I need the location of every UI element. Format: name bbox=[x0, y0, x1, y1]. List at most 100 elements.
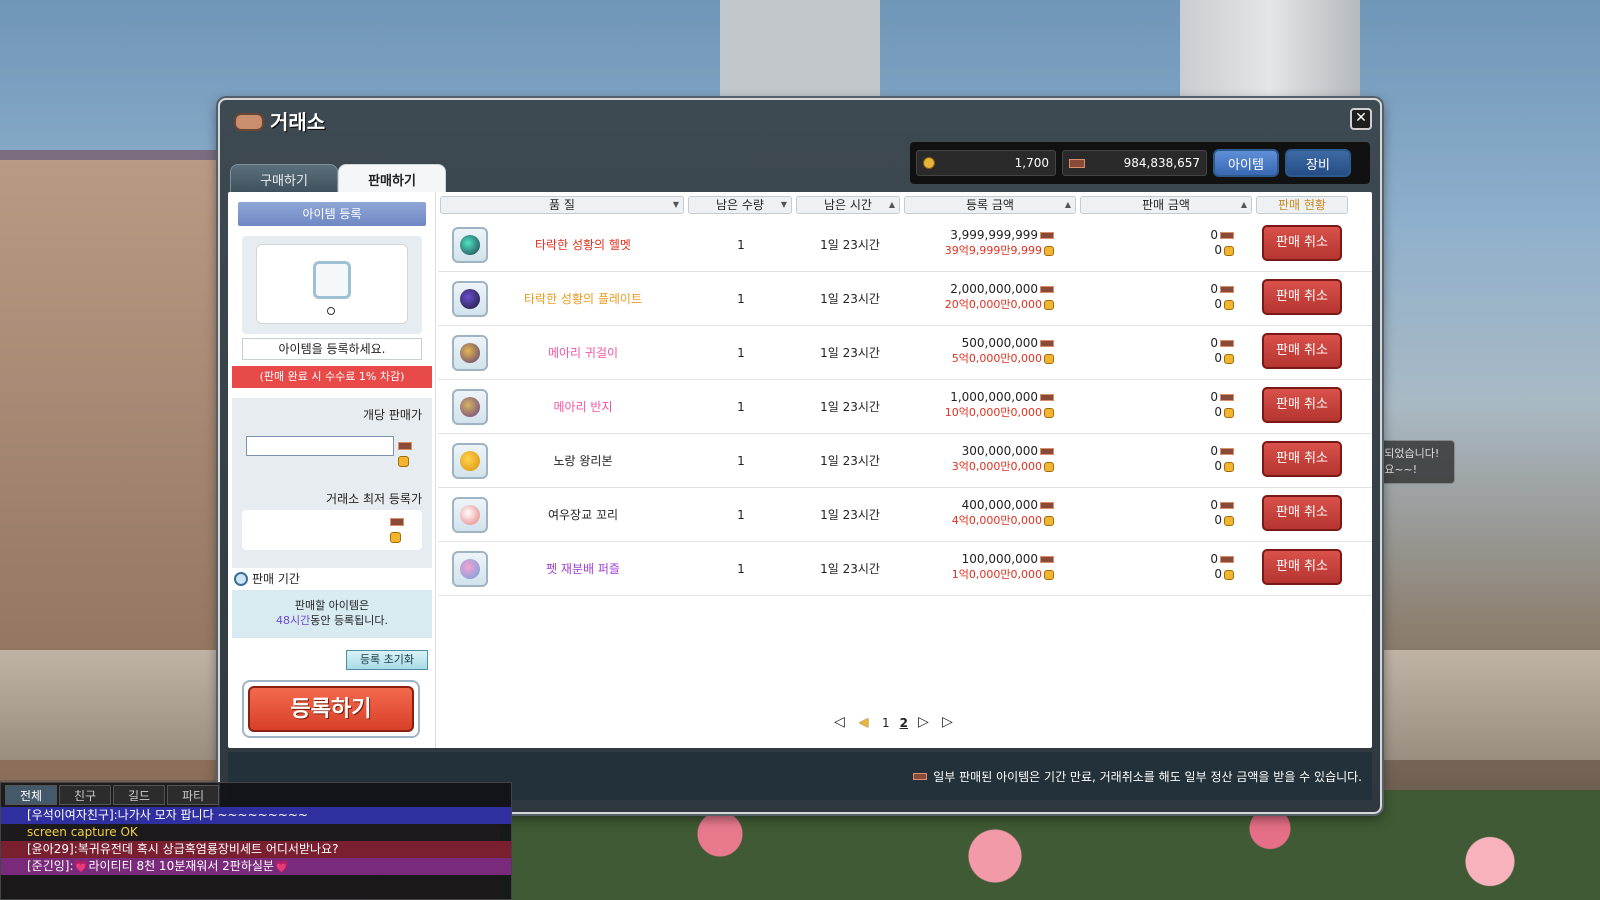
item-qty: 1 bbox=[737, 238, 745, 252]
register-item-header: 아이템 등록 bbox=[238, 202, 426, 226]
cancel-sale-button[interactable]: 판매 취소 bbox=[1262, 333, 1342, 369]
coin-icon bbox=[1224, 245, 1234, 256]
column-remaining-time[interactable]: 남은 시간 ▲ bbox=[796, 196, 900, 214]
last-page-icon[interactable] bbox=[942, 714, 956, 730]
puzzle-icon[interactable] bbox=[452, 551, 488, 587]
sort-arrow-icon: ▲ bbox=[1064, 200, 1071, 209]
chat-tab-friends[interactable]: 친구 bbox=[59, 785, 111, 805]
register-prompt: 아이템을 등록하세요. bbox=[242, 338, 422, 360]
helmet-icon[interactable] bbox=[452, 227, 488, 263]
register-button-label: 등록하기 bbox=[248, 686, 414, 732]
column-quality[interactable]: 품 질 ▼ bbox=[440, 196, 684, 214]
item-slot-frame bbox=[256, 244, 408, 324]
item-sold: 00 bbox=[1078, 390, 1250, 420]
title-bar[interactable]: 거래소 bbox=[232, 106, 325, 134]
item-time: 1일 23시간 bbox=[820, 454, 880, 468]
price-mp: 500,000,000 bbox=[961, 336, 1038, 350]
page-2[interactable]: 2 bbox=[900, 716, 908, 730]
item-qty: 1 bbox=[737, 292, 745, 306]
close-button[interactable]: ✕ bbox=[1350, 108, 1372, 130]
price-mp: 3,999,999,999 bbox=[950, 228, 1038, 242]
price-korean: 10억0,000만0,000 bbox=[944, 406, 1042, 419]
table-row: 메아리 반지 1 1일 23시간 1,000,000,000 10억0,000만0… bbox=[438, 380, 1372, 434]
sold-coin: 0 bbox=[1214, 351, 1222, 365]
item-slot[interactable] bbox=[313, 261, 351, 299]
chat-tab-all[interactable]: 전체 bbox=[5, 785, 57, 805]
register-button[interactable]: 등록하기 bbox=[242, 680, 420, 738]
item-time: 1일 23시간 bbox=[820, 346, 880, 360]
coin-icon bbox=[1044, 462, 1054, 472]
item-price: 400,000,000 4억0,000만0,000 bbox=[904, 498, 1070, 528]
item-price: 1,000,000,000 10억0,000만0,000 bbox=[904, 390, 1070, 420]
auction-house-window: 거래소 ✕ 1,700 984,838,657 아이템 장비 구매하기 판매하기… bbox=[218, 98, 1382, 814]
earring-icon[interactable] bbox=[452, 335, 488, 371]
price-mp: 300,000,000 bbox=[961, 444, 1038, 458]
column-sold-amount[interactable]: 판매 금액 ▲ bbox=[1080, 196, 1252, 214]
cancel-sale-button[interactable]: 판매 취소 bbox=[1262, 279, 1342, 315]
price-korean: 39억9,999만9,999 bbox=[944, 244, 1042, 257]
chat-tab-guild[interactable]: 길드 bbox=[113, 785, 165, 805]
maple-point-icon bbox=[1040, 340, 1054, 347]
cancel-sale-button[interactable]: 판매 취소 bbox=[1262, 441, 1342, 477]
ring-icon[interactable] bbox=[452, 389, 488, 425]
item-name: 메아리 반지 bbox=[553, 400, 613, 414]
sale-period-title: 판매 기간 bbox=[234, 570, 300, 587]
reset-registration-button[interactable]: 등록 초기화 bbox=[346, 650, 428, 670]
prev-page-icon[interactable] bbox=[858, 715, 872, 730]
sold-coin: 0 bbox=[1214, 513, 1222, 527]
coin-icon bbox=[1044, 570, 1054, 580]
item-price: 100,000,000 1억0,000만0,000 bbox=[904, 552, 1070, 582]
ribbon-icon[interactable] bbox=[452, 443, 488, 479]
page-1[interactable]: 1 bbox=[882, 716, 890, 730]
tab-buy[interactable]: 구매하기 bbox=[230, 164, 338, 194]
tail-icon[interactable] bbox=[452, 497, 488, 533]
chat-message: [우석이여자친구]:나가사 모자 팝니다 ~~~~~~~~~ bbox=[1, 807, 511, 824]
cancel-sale-button[interactable]: 판매 취소 bbox=[1262, 387, 1342, 423]
sold-coin: 0 bbox=[1214, 567, 1222, 581]
item-name: 펫 재분배 퍼즐 bbox=[546, 562, 620, 576]
item-price: 300,000,000 3억0,000만0,000 bbox=[904, 444, 1070, 474]
sold-mp: 0 bbox=[1210, 282, 1218, 296]
unit-price-label: 개당 판매가 bbox=[362, 408, 422, 422]
sold-coin: 0 bbox=[1214, 243, 1222, 257]
price-korean: 20억0,000만0,000 bbox=[944, 298, 1042, 311]
cancel-sale-button[interactable]: 판매 취소 bbox=[1262, 225, 1342, 261]
sold-mp: 0 bbox=[1210, 498, 1218, 512]
cancel-sale-button[interactable]: 판매 취소 bbox=[1262, 495, 1342, 531]
next-page-icon[interactable] bbox=[918, 714, 932, 730]
maple-point-icon bbox=[398, 442, 412, 450]
coin-icon bbox=[1044, 354, 1054, 364]
item-qty: 1 bbox=[737, 400, 745, 414]
chat-tabs: 전체 친구 길드 파티 bbox=[1, 783, 511, 807]
cancel-sale-button[interactable]: 판매 취소 bbox=[1262, 549, 1342, 585]
pagination: 1 2 bbox=[834, 714, 956, 730]
sold-mp: 0 bbox=[1210, 336, 1218, 350]
coin-icon bbox=[1224, 407, 1234, 418]
sold-coin: 0 bbox=[1214, 405, 1222, 419]
coin-icon bbox=[1224, 461, 1234, 472]
sold-mp: 0 bbox=[1210, 390, 1218, 404]
table-row: 타락한 성황의 플레이트 1 1일 23시간 2,000,000,000 20억0… bbox=[438, 272, 1372, 326]
chat-tab-party[interactable]: 파티 bbox=[167, 785, 219, 805]
item-price: 500,000,000 5억0,000만0,000 bbox=[904, 336, 1070, 366]
maple-point-icon bbox=[1220, 502, 1234, 509]
slot-indicator-icon bbox=[327, 307, 335, 315]
tab-sell[interactable]: 판매하기 bbox=[338, 164, 446, 194]
sold-coin: 0 bbox=[1214, 459, 1222, 473]
period-line2: 48시간동안 등록됩니다. bbox=[232, 613, 432, 628]
table-row: 펫 재분배 퍼즐 1 1일 23시간 100,000,000 1억0,000만0,… bbox=[438, 542, 1372, 596]
maple-point-icon bbox=[1220, 448, 1234, 455]
listing-panel: 품 질 ▼ 남은 수량 ▼ 남은 시간 ▲ 등록 금액 ▲ 판매 금액 ▲ 판매 현황 타… bbox=[438, 192, 1372, 748]
column-remaining-qty[interactable]: 남은 수량 ▼ bbox=[688, 196, 792, 214]
plate-armor-icon[interactable] bbox=[452, 281, 488, 317]
first-page-icon[interactable] bbox=[834, 714, 848, 730]
item-tab-button[interactable]: 아이템 bbox=[1213, 149, 1279, 177]
item-name: 타락한 성황의 플레이트 bbox=[523, 292, 643, 306]
sold-coin: 0 bbox=[1214, 297, 1222, 311]
column-listed-price[interactable]: 등록 금액 ▲ bbox=[904, 196, 1076, 214]
footer-notice: 일부 판매된 아이템은 기간 만료, 거래취소를 해도 일부 정산 금액을 받을… bbox=[933, 769, 1362, 784]
equip-tab-button[interactable]: 장비 bbox=[1285, 149, 1351, 177]
item-qty: 1 bbox=[737, 454, 745, 468]
item-sold: 00 bbox=[1078, 228, 1250, 258]
unit-price-input[interactable] bbox=[246, 436, 394, 456]
